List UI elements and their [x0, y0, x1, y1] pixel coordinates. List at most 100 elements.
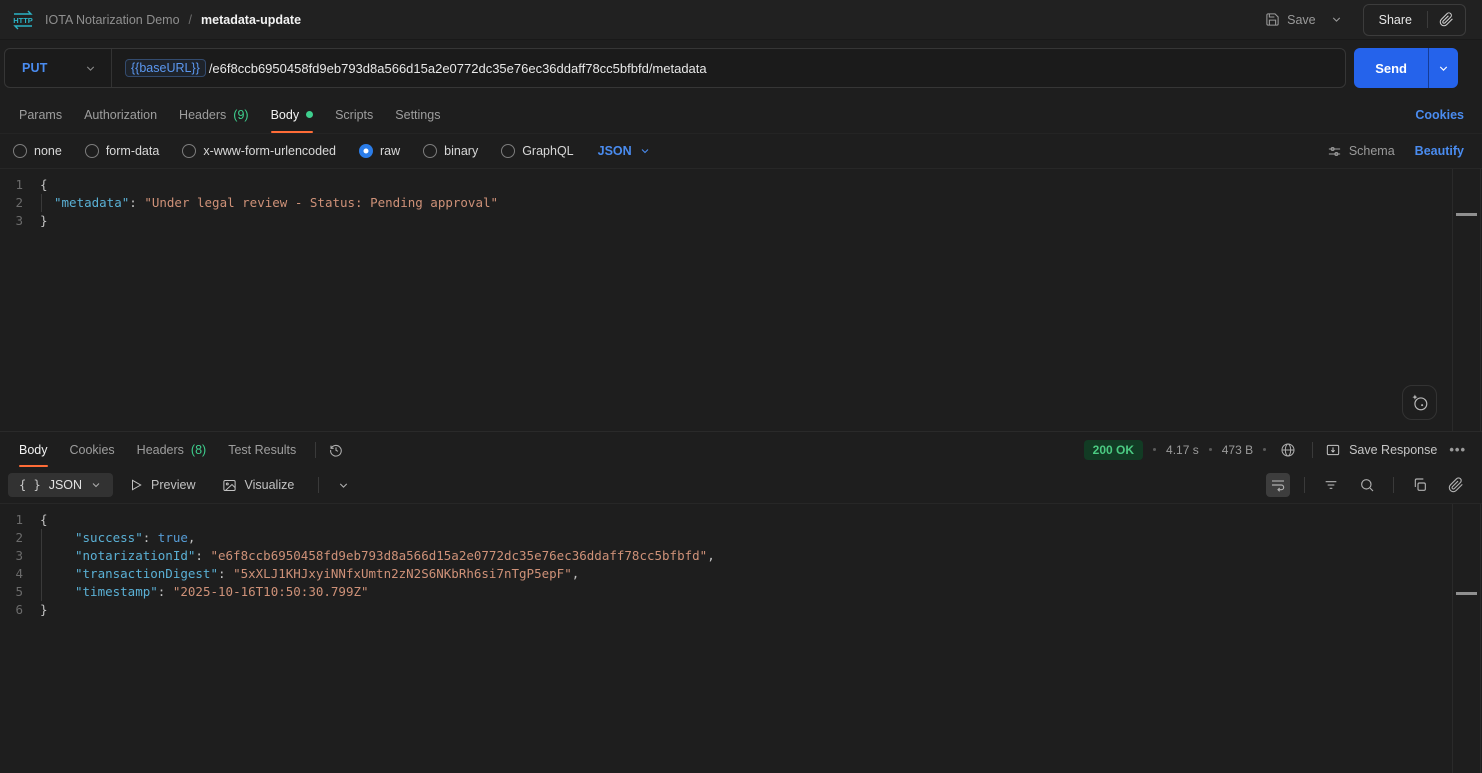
response-tab-cookies[interactable]: Cookies	[59, 432, 126, 467]
preview-label: Preview	[151, 478, 195, 492]
radio-circle[interactable]	[85, 144, 99, 158]
view-options-chevron[interactable]	[333, 475, 354, 496]
body-type-row: none form-data x-www-form-urlencoded raw bin…	[0, 134, 1482, 168]
language-selector[interactable]: JSON	[598, 144, 651, 158]
line-number: 6	[0, 601, 40, 619]
tab-body[interactable]: Body	[260, 96, 325, 133]
body-type-radio-none[interactable]: none	[13, 144, 62, 158]
save-options-chevron[interactable]	[1324, 7, 1349, 32]
radio-label: none	[34, 144, 62, 158]
response-format-label: JSON	[49, 478, 82, 492]
visualize-button[interactable]: Visualize	[212, 473, 305, 498]
dot-separator	[1209, 448, 1212, 451]
response-code-area[interactable]: 1{2"success": true,3"notarizationId": "e…	[0, 504, 1452, 773]
response-time[interactable]: 4.17 s	[1166, 443, 1199, 457]
dot-separator	[1263, 448, 1266, 451]
indent-guide	[41, 547, 75, 565]
request-body-editor[interactable]: 1{2 "metadata": "Under legal review - Sta…	[0, 168, 1482, 431]
send-button[interactable]: Send	[1354, 48, 1428, 88]
radio-circle[interactable]	[423, 144, 437, 158]
radio-label: GraphQL	[522, 144, 573, 158]
body-type-options: none form-data x-www-form-urlencoded raw bin…	[13, 144, 574, 158]
body-type-radio-x-www-form-urlencoded[interactable]: x-www-form-urlencoded	[182, 144, 336, 158]
tab-params[interactable]: Params	[8, 96, 73, 133]
schema-button[interactable]: Schema	[1327, 144, 1395, 159]
breadcrumb-request-name[interactable]: metadata-update	[201, 13, 301, 27]
baseurl-variable-chip[interactable]: {{baseURL}}	[125, 59, 206, 77]
code-text: {	[40, 176, 48, 194]
body-row-actions: Schema Beautify	[1327, 144, 1464, 159]
ai-assistant-button[interactable]	[1402, 385, 1437, 420]
response-size[interactable]: 473 B	[1222, 443, 1253, 457]
radio-circle[interactable]	[359, 144, 373, 158]
code-line: 3}	[0, 212, 1452, 230]
url-input[interactable]: {{baseURL}} /e6f8ccb6950458fd9eb793d8a56…	[112, 59, 1345, 77]
body-type-radio-form-data[interactable]: form-data	[85, 144, 160, 158]
method-label: PUT	[22, 61, 48, 75]
tab-authorization[interactable]: Authorization	[73, 96, 168, 133]
preview-button[interactable]: Preview	[119, 473, 205, 497]
save-response-button[interactable]: Save Response	[1325, 442, 1437, 458]
link-response-button[interactable]	[1444, 473, 1468, 497]
radio-circle[interactable]	[182, 144, 196, 158]
http-request-icon: HTTP	[10, 9, 36, 31]
tab-headers[interactable]: Headers (9)	[168, 96, 260, 133]
request-code-area[interactable]: 1{2 "metadata": "Under legal review - Sta…	[0, 169, 1452, 431]
divider	[315, 442, 316, 458]
tab-scripts[interactable]: Scripts	[324, 96, 384, 133]
wrap-text-button[interactable]	[1266, 473, 1290, 497]
code-text: "metadata": "Under legal review - Status…	[54, 194, 498, 212]
radio-circle[interactable]	[13, 144, 27, 158]
code-text: }	[40, 601, 48, 619]
breadcrumb-workspace[interactable]: IOTA Notarization Demo	[45, 13, 180, 27]
code-text: "transactionDigest": "5xXLJ1KHJxyiNNfxUm…	[75, 565, 579, 583]
response-history-button[interactable]	[324, 438, 348, 462]
radio-circle[interactable]	[501, 144, 515, 158]
method-chevron-icon	[84, 62, 97, 75]
line-number: 2	[0, 194, 40, 212]
copy-link-button[interactable]	[1428, 12, 1465, 27]
response-editor-scrollbar[interactable]	[1452, 504, 1481, 773]
response-toolbar: { } JSON Preview Visualize	[0, 467, 1482, 503]
indent-guide	[41, 583, 75, 601]
cookies-link[interactable]: Cookies	[1415, 108, 1464, 122]
body-type-radio-graphql[interactable]: GraphQL	[501, 144, 573, 158]
request-editor-scrollbar[interactable]	[1452, 169, 1481, 431]
tab-label: Headers	[179, 108, 226, 122]
indent-guide	[41, 194, 54, 212]
response-format-selector[interactable]: { } JSON	[8, 473, 113, 497]
response-more-options-button[interactable]: •••	[1447, 442, 1468, 457]
send-button-group: Send	[1354, 48, 1458, 88]
response-body-editor[interactable]: 1{2"success": true,3"notarizationId": "e…	[0, 503, 1482, 773]
response-tab-body[interactable]: Body	[8, 432, 59, 467]
share-button[interactable]: Share	[1364, 13, 1427, 27]
body-type-radio-raw[interactable]: raw	[359, 144, 400, 158]
save-button[interactable]: Save	[1257, 6, 1324, 33]
line-number: 1	[0, 176, 40, 194]
request-bar: PUT {{baseURL}} /e6f8ccb6950458fd9eb793d…	[0, 40, 1482, 96]
code-line: 1{	[0, 176, 1452, 194]
top-header: HTTP IOTA Notarization Demo / metadata-u…	[0, 0, 1482, 40]
tab-label: Params	[19, 108, 62, 122]
network-info-icon[interactable]	[1276, 438, 1300, 462]
copy-response-button[interactable]	[1408, 473, 1432, 497]
breadcrumb: HTTP IOTA Notarization Demo / metadata-u…	[10, 9, 301, 31]
method-selector[interactable]: PUT	[5, 61, 111, 75]
filter-icon[interactable]	[1319, 473, 1343, 497]
code-text: {	[40, 511, 48, 529]
beautify-button[interactable]: Beautify	[1415, 144, 1464, 158]
send-options-chevron[interactable]	[1428, 48, 1458, 88]
body-type-radio-binary[interactable]: binary	[423, 144, 478, 158]
response-tab-test-results[interactable]: Test Results	[217, 432, 307, 467]
code-line: 5"timestamp": "2025-10-16T10:50:30.799Z"	[0, 583, 1452, 601]
tab-settings[interactable]: Settings	[384, 96, 451, 133]
response-meta: 200 OK 4.17 s 473 B Save Response	[1084, 432, 1468, 467]
response-tab-headers[interactable]: Headers (8)	[126, 432, 218, 467]
radio-label: form-data	[106, 144, 160, 158]
line-number: 2	[0, 529, 40, 547]
status-badge[interactable]: 200 OK	[1084, 440, 1143, 460]
divider	[1304, 477, 1305, 493]
headers-count: (8)	[191, 443, 206, 457]
code-line: 6}	[0, 601, 1452, 619]
search-icon[interactable]	[1355, 473, 1379, 497]
